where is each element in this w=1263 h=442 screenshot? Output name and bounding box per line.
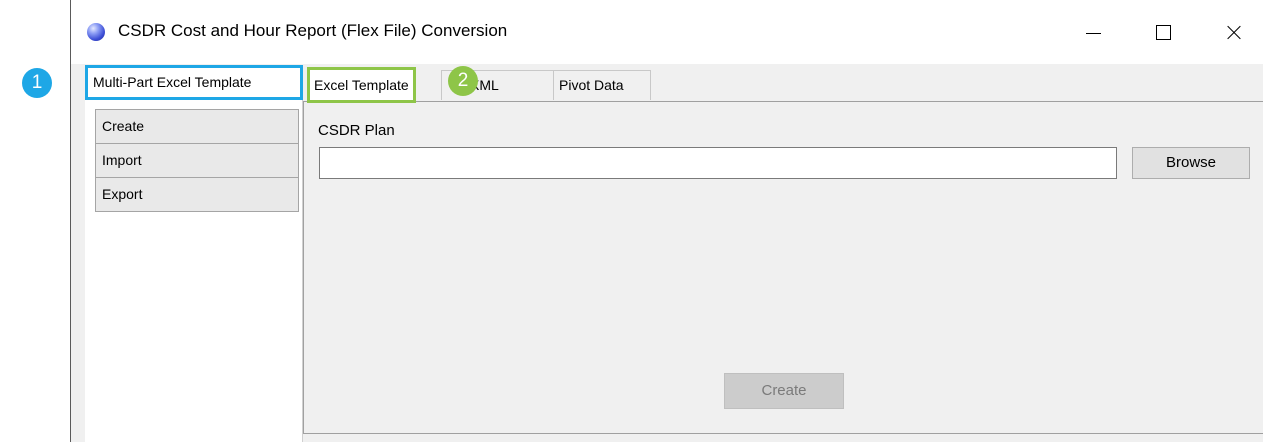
minimize-icon[interactable] bbox=[1070, 14, 1116, 50]
tab-content-panel: CSDR Plan Browse Create bbox=[303, 101, 1263, 434]
csdr-plan-label: CSDR Plan bbox=[318, 122, 395, 139]
maximize-icon[interactable] bbox=[1140, 14, 1186, 50]
tab-excel-template[interactable]: Excel Template bbox=[307, 67, 416, 103]
sidebar-item-create[interactable]: Create bbox=[95, 109, 299, 144]
create-button[interactable]: Create bbox=[724, 373, 844, 409]
browse-button[interactable]: Browse bbox=[1132, 147, 1250, 179]
globe-icon bbox=[87, 23, 105, 41]
tab-multi-part-excel-template[interactable]: Multi-Part Excel Template bbox=[85, 65, 303, 100]
close-icon[interactable] bbox=[1210, 14, 1256, 50]
title-bar: CSDR Cost and Hour Report (Flex File) Co… bbox=[71, 0, 1263, 64]
app-window: CSDR Cost and Hour Report (Flex File) Co… bbox=[70, 0, 1263, 442]
tab-pivot-data[interactable]: Pivot Data bbox=[553, 70, 651, 100]
sidebar-item-import[interactable]: Import bbox=[95, 143, 299, 178]
sidebar-item-export[interactable]: Export bbox=[95, 177, 299, 212]
window-title: CSDR Cost and Hour Report (Flex File) Co… bbox=[118, 21, 508, 40]
csdr-plan-input[interactable] bbox=[319, 147, 1117, 179]
callout-badge-1: 1 bbox=[22, 68, 52, 98]
callout-badge-2: 2 bbox=[448, 66, 478, 96]
sidebar: Create Import Export bbox=[85, 100, 303, 442]
